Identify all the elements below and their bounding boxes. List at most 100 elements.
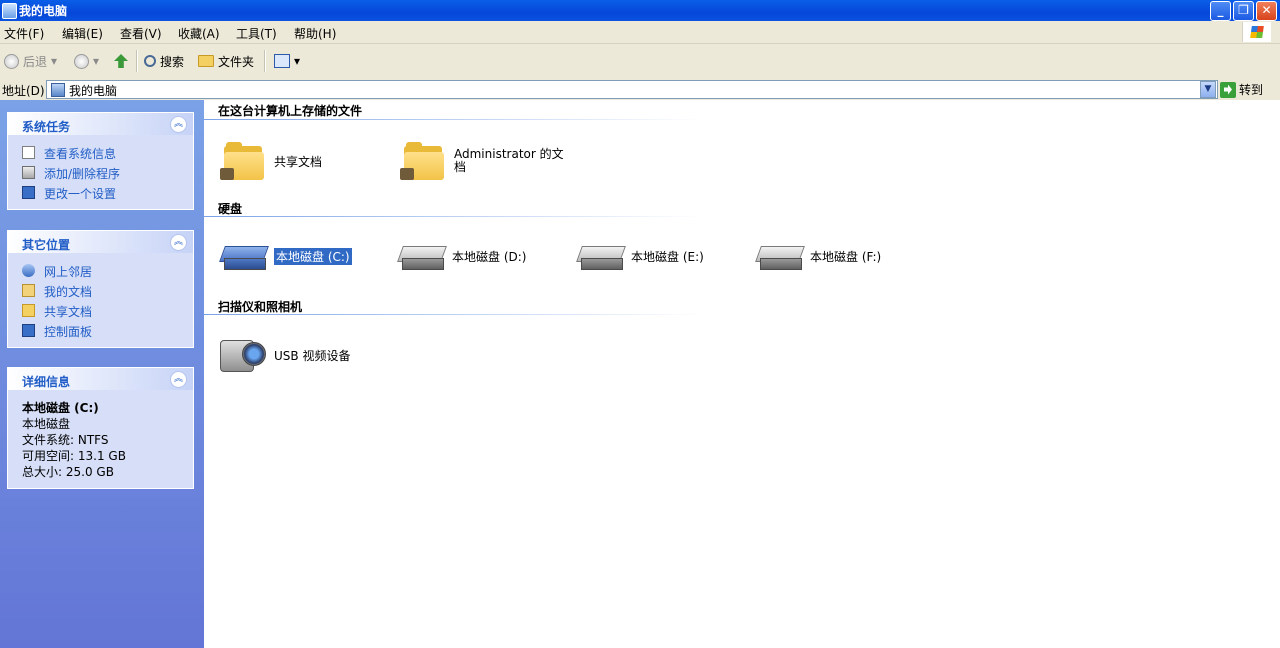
item-label: 本地磁盘 (E:) bbox=[631, 249, 704, 264]
go-button[interactable]: 转到 bbox=[1220, 81, 1263, 98]
up-button[interactable] bbox=[114, 52, 128, 70]
group-title-scanners-cameras: 扫描仪和照相机 bbox=[218, 300, 303, 314]
place-network[interactable]: 网上邻居 bbox=[8, 261, 193, 281]
item-shared-documents[interactable]: 共享文档 bbox=[220, 140, 322, 182]
address-bar: 地址(D) 我的电脑 ▼ 转到 bbox=[0, 78, 1280, 101]
search-label: 搜索 bbox=[160, 54, 185, 69]
share-hand-icon bbox=[220, 168, 234, 180]
details-total-size: 总大小: 25.0 GB bbox=[22, 465, 114, 479]
back-dropdown-icon: ▾ bbox=[51, 54, 58, 68]
details-filesystem: 文件系统: NTFS bbox=[22, 433, 109, 447]
item-label: 共享文档 bbox=[274, 154, 323, 169]
forward-dropdown-icon: ▾ bbox=[93, 54, 100, 68]
item-drive-c[interactable]: 本地磁盘 (C:) bbox=[219, 242, 353, 270]
address-dropdown-button[interactable]: ▼ bbox=[1200, 81, 1216, 98]
details-panel: 详细信息 ︽ 本地磁盘 (C:) 本地磁盘 文件系统: NTFS 可用空间: 1… bbox=[7, 367, 194, 489]
system-info-icon bbox=[22, 146, 35, 159]
back-arrow-icon bbox=[4, 53, 19, 69]
item-label: 本地磁盘 (D:) bbox=[452, 249, 527, 264]
views-button[interactable]: ▾ bbox=[274, 52, 300, 70]
forward-arrow-icon bbox=[74, 53, 89, 69]
folders-icon bbox=[198, 55, 214, 67]
task-change-setting[interactable]: 更改一个设置 bbox=[8, 183, 193, 203]
collapse-chevron-icon[interactable]: ︽ bbox=[170, 116, 187, 133]
close-button[interactable]: ✕ bbox=[1256, 1, 1277, 21]
task-label: 添加/删除程序 bbox=[44, 167, 121, 181]
hard-drive-icon bbox=[755, 242, 805, 270]
group-divider bbox=[204, 119, 704, 120]
folders-label: 文件夹 bbox=[218, 54, 255, 69]
menu-help[interactable]: 帮助(H) bbox=[294, 25, 336, 42]
webcam-icon bbox=[218, 334, 266, 376]
title-bar: 我的电脑 _ ❐ ✕ bbox=[0, 0, 1280, 21]
windows-logo bbox=[1242, 22, 1271, 42]
group-title-stored-files: 在这台计算机上存储的文件 bbox=[218, 104, 363, 118]
views-icon bbox=[274, 54, 290, 68]
menu-bar: 文件(F) 编辑(E) 查看(V) 收藏(A) 工具(T) 帮助(H) bbox=[0, 21, 1280, 44]
task-pane: 系统任务 ︽ 查看系统信息 添加/删除程序 更改一个设置 其它位置 ︽ 网上邻居… bbox=[0, 100, 204, 648]
place-my-documents[interactable]: 我的文档 bbox=[8, 281, 193, 301]
item-administrator-documents[interactable]: Administrator 的文档 bbox=[400, 140, 566, 182]
place-label: 控制面板 bbox=[44, 325, 93, 339]
address-label: 地址(D) bbox=[2, 84, 45, 98]
shared-folder-icon bbox=[220, 140, 266, 182]
panel-title: 系统任务 bbox=[22, 120, 71, 134]
item-drive-e[interactable]: 本地磁盘 (E:) bbox=[576, 242, 704, 270]
item-label: Administrator 的文档 bbox=[454, 147, 564, 174]
place-label: 我的文档 bbox=[44, 285, 93, 299]
back-button[interactable]: 后退 ▾ bbox=[4, 52, 57, 70]
system-drive-icon bbox=[219, 242, 269, 270]
add-remove-programs-icon bbox=[22, 166, 35, 179]
details-free-space: 可用空间: 13.1 GB bbox=[22, 449, 126, 463]
maximize-button[interactable]: ❐ bbox=[1233, 1, 1254, 21]
task-add-remove-programs[interactable]: 添加/删除程序 bbox=[8, 163, 193, 183]
toolbar-separator bbox=[136, 50, 138, 72]
control-panel-icon bbox=[22, 324, 35, 337]
toolbar: 后退 ▾ ▾ 搜索 文件夹 ▾ bbox=[0, 44, 1280, 79]
window-title: 我的电脑 bbox=[19, 4, 68, 18]
shared-documents-icon bbox=[22, 304, 35, 317]
minimize-button[interactable]: _ bbox=[1210, 1, 1231, 21]
place-shared-documents[interactable]: 共享文档 bbox=[8, 301, 193, 321]
menu-edit[interactable]: 编辑(E) bbox=[62, 25, 103, 42]
back-label: 后退 bbox=[23, 54, 48, 69]
search-icon bbox=[144, 55, 156, 67]
menu-view[interactable]: 查看(V) bbox=[120, 25, 162, 42]
up-folder-icon bbox=[114, 54, 128, 68]
details-name: 本地磁盘 (C:) bbox=[22, 401, 99, 415]
my-computer-icon bbox=[51, 83, 65, 97]
item-drive-d[interactable]: 本地磁盘 (D:) bbox=[397, 242, 527, 270]
address-input[interactable]: 我的电脑 bbox=[46, 80, 1218, 99]
item-usb-video-device[interactable]: USB 视频设备 bbox=[218, 334, 350, 376]
details-type: 本地磁盘 bbox=[22, 417, 71, 431]
toolbar-separator bbox=[264, 50, 266, 72]
my-computer-icon bbox=[2, 3, 17, 19]
item-drive-f[interactable]: 本地磁盘 (F:) bbox=[755, 242, 882, 270]
place-label: 共享文档 bbox=[44, 305, 93, 319]
shared-folder-icon bbox=[400, 140, 446, 182]
task-view-system-info[interactable]: 查看系统信息 bbox=[8, 143, 193, 163]
go-arrow-icon bbox=[1220, 81, 1236, 98]
system-tasks-header[interactable]: 系统任务 ︽ bbox=[8, 113, 193, 135]
other-places-panel: 其它位置 ︽ 网上邻居 我的文档 共享文档 控制面板 bbox=[7, 230, 194, 348]
collapse-chevron-icon[interactable]: ︽ bbox=[170, 371, 187, 388]
other-places-header[interactable]: 其它位置 ︽ bbox=[8, 231, 193, 253]
address-value: 我的电脑 bbox=[69, 84, 118, 98]
menu-tools[interactable]: 工具(T) bbox=[236, 25, 277, 42]
menu-file[interactable]: 文件(F) bbox=[4, 25, 44, 42]
forward-button[interactable]: ▾ bbox=[74, 52, 99, 70]
place-label: 网上邻居 bbox=[44, 265, 93, 279]
folders-button[interactable]: 文件夹 bbox=[198, 52, 254, 70]
search-button[interactable]: 搜索 bbox=[144, 52, 184, 70]
system-tasks-panel: 系统任务 ︽ 查看系统信息 添加/删除程序 更改一个设置 bbox=[7, 112, 194, 210]
group-divider bbox=[204, 314, 704, 315]
place-control-panel[interactable]: 控制面板 bbox=[8, 321, 193, 341]
item-label: 本地磁盘 (F:) bbox=[810, 249, 882, 264]
menu-favorites[interactable]: 收藏(A) bbox=[178, 25, 220, 42]
network-places-icon bbox=[22, 264, 35, 277]
control-panel-icon bbox=[22, 186, 35, 199]
hard-drive-icon bbox=[397, 242, 447, 270]
collapse-chevron-icon[interactable]: ︽ bbox=[170, 234, 187, 251]
go-label: 转到 bbox=[1239, 83, 1264, 97]
details-header[interactable]: 详细信息 ︽ bbox=[8, 368, 193, 390]
